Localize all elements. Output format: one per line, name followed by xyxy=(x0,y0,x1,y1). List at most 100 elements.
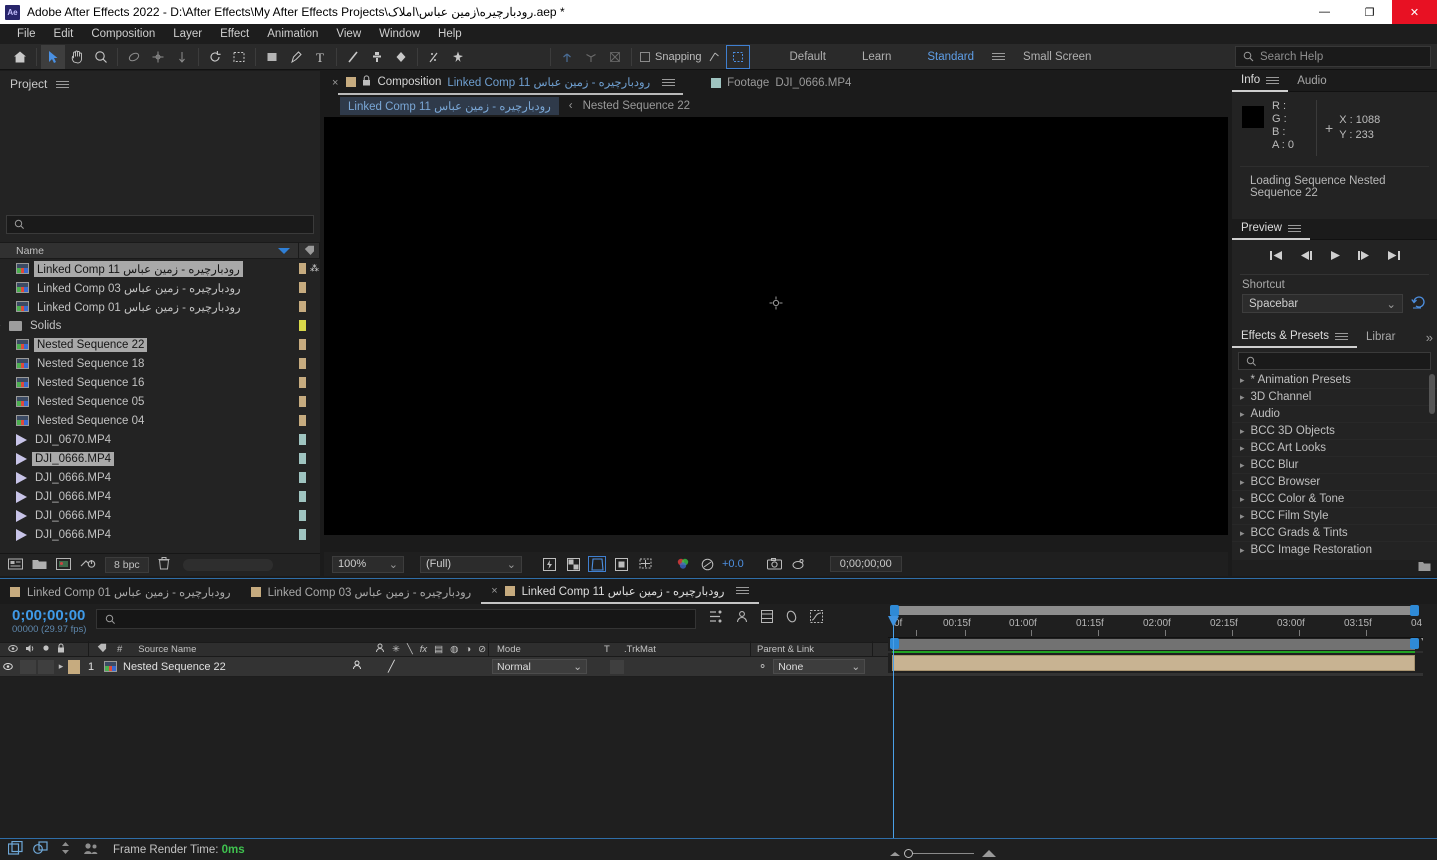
chevron-right-icon[interactable]: ▸ xyxy=(1240,460,1245,471)
project-item[interactable]: رودبارچیره - زمین عباس Linked Comp 01 xyxy=(0,297,320,316)
project-item[interactable]: رودبارچیره - زمین عباس Linked Comp 03 xyxy=(0,278,320,297)
layer-visibility-toggle[interactable] xyxy=(0,662,16,671)
breadcrumb-comp[interactable]: رودبارچیره - زمین عباس Linked Comp 11 xyxy=(340,97,559,115)
label-color-swatch[interactable] xyxy=(299,339,306,350)
label-color-swatch[interactable] xyxy=(299,529,306,540)
zoom-track[interactable] xyxy=(904,849,974,858)
motion-blur-icon[interactable] xyxy=(785,610,798,626)
layer-track-row[interactable]: ◄ xyxy=(888,653,1437,673)
shortcut-dropdown[interactable]: Spacebar ⌄ xyxy=(1242,294,1403,313)
breadcrumb-arrow-icon[interactable]: ‹ xyxy=(569,100,573,112)
work-area-end-handle[interactable] xyxy=(1410,605,1419,616)
new-folder-icon[interactable] xyxy=(32,558,47,573)
layer-expand-arrow-icon[interactable]: ▸ xyxy=(54,661,68,672)
timeline-current-time[interactable]: 0;00;00;00 xyxy=(0,604,86,624)
project-item[interactable]: Nested Sequence 04 xyxy=(0,411,320,430)
expand-collapse-icon[interactable] xyxy=(58,841,73,858)
tab-libraries[interactable]: Librar xyxy=(1357,327,1399,348)
menu-composition[interactable]: Composition xyxy=(82,24,164,44)
menu-window[interactable]: Window xyxy=(370,24,429,44)
project-item[interactable]: Nested Sequence 05 xyxy=(0,392,320,411)
project-item[interactable]: ▸ Solids xyxy=(0,316,320,335)
3d-scale-icon[interactable] xyxy=(603,45,627,69)
label-color-swatch[interactable] xyxy=(299,472,306,483)
project-item[interactable]: DJI_0666.MP4 xyxy=(0,506,320,525)
composition-timecode[interactable]: 0;00;00;00 xyxy=(829,556,902,572)
label-color-swatch[interactable] xyxy=(299,301,306,312)
channels-icon[interactable] xyxy=(674,556,692,572)
brush-tool-icon[interactable] xyxy=(341,45,365,69)
chevron-right-icon[interactable]: ▸ xyxy=(1240,545,1245,556)
new-folder-small-icon[interactable] xyxy=(1418,561,1431,575)
project-item[interactable]: DJI_0666.MP4 xyxy=(0,449,320,468)
workspace-menu-icon[interactable] xyxy=(992,53,1006,60)
project-item[interactable]: Nested Sequence 16 xyxy=(0,373,320,392)
composition-panel-menu-icon[interactable] xyxy=(662,78,676,86)
interpret-footage-icon[interactable] xyxy=(8,558,23,573)
layer-solo-toggle[interactable] xyxy=(38,659,54,674)
prev-frame-icon[interactable] xyxy=(1299,250,1313,264)
first-frame-icon[interactable] xyxy=(1269,250,1283,264)
menu-layer[interactable]: Layer xyxy=(164,24,211,44)
tab-info[interactable]: Info xyxy=(1232,71,1289,92)
label-color-swatch[interactable] xyxy=(299,377,306,388)
effects-search-input[interactable] xyxy=(1238,352,1431,370)
effects-category-row[interactable]: ▸ BCC Grads & Tints xyxy=(1232,525,1437,542)
project-item[interactable]: Nested Sequence 22 xyxy=(0,335,320,354)
rotation-tool-icon[interactable] xyxy=(203,45,227,69)
quality-toggle[interactable]: ╱ xyxy=(388,660,395,673)
grid-choose-icon[interactable] xyxy=(636,556,654,572)
timeline-tab[interactable]: × رودبارچیره - زمین عباس Linked Comp 11 xyxy=(481,579,760,604)
show-snapshot-icon[interactable] xyxy=(790,556,808,572)
3d-axis-icon[interactable] xyxy=(555,45,579,69)
layer-audio-toggle[interactable] xyxy=(20,659,36,674)
hide-shy-layers-icon[interactable] xyxy=(735,610,749,626)
effects-category-row[interactable]: ▸ Audio xyxy=(1232,406,1437,423)
duration-end-handle[interactable] xyxy=(1410,638,1419,649)
chevron-right-icon[interactable]: ▸ xyxy=(1240,375,1245,386)
menu-animation[interactable]: Animation xyxy=(258,24,327,44)
tab-preview[interactable]: Preview xyxy=(1232,219,1310,240)
layer-label-color[interactable] xyxy=(68,659,80,674)
effects-category-row[interactable]: ▸ * Animation Presets xyxy=(1232,372,1437,389)
layer-trkmat-cell[interactable] xyxy=(610,659,624,674)
menu-edit[interactable]: Edit xyxy=(45,24,83,44)
playhead[interactable] xyxy=(888,616,899,838)
tab-footage[interactable]: Footage DJI_0666.MP4 xyxy=(703,71,859,95)
resolution-dropdown[interactable]: (Full) ⌄ xyxy=(420,555,522,573)
graph-editor-icon[interactable] xyxy=(810,610,824,626)
effects-category-row[interactable]: ▸ BCC Browser xyxy=(1232,474,1437,491)
new-composition-icon[interactable] xyxy=(56,557,71,573)
timeline-tab[interactable]: رودبارچیره - زمین عباس Linked Comp 01 xyxy=(0,579,241,604)
region-of-interest-icon[interactable] xyxy=(227,45,251,69)
comp-family-icon[interactable] xyxy=(33,841,48,858)
effects-category-row[interactable]: ▸ BCC 3D Objects xyxy=(1232,423,1437,440)
effects-category-row[interactable]: ▸ BCC Art Looks xyxy=(1232,440,1437,457)
puppet-pin-tool-icon[interactable] xyxy=(446,45,470,69)
expand-arrow-icon[interactable]: ▸ xyxy=(0,320,4,331)
duration-start-handle[interactable] xyxy=(890,638,899,649)
home-icon[interactable] xyxy=(8,45,32,69)
label-color-swatch[interactable] xyxy=(299,396,306,407)
chevron-right-icon[interactable]: ▸ xyxy=(1240,511,1245,522)
reset-shortcut-icon[interactable] xyxy=(1411,295,1427,312)
play-icon[interactable] xyxy=(1329,250,1341,264)
menu-file[interactable]: File xyxy=(8,24,45,44)
effects-category-row[interactable]: ▸ 3D Channel xyxy=(1232,389,1437,406)
chevron-right-icon[interactable]: ▸ xyxy=(1240,426,1245,437)
shy-toggle[interactable] xyxy=(352,660,362,673)
workspace-learn[interactable]: Learn xyxy=(844,44,909,70)
column-name-label[interactable]: Name xyxy=(0,245,278,257)
chevron-right-icon[interactable]: ▸ xyxy=(1240,477,1245,488)
timeline-zoom-slider[interactable] xyxy=(890,849,996,858)
chevron-right-icon[interactable]: ▸ xyxy=(1240,392,1245,403)
menu-effect[interactable]: Effect xyxy=(211,24,258,44)
menu-help[interactable]: Help xyxy=(429,24,471,44)
close-tab-icon[interactable]: × xyxy=(491,585,497,597)
menu-view[interactable]: View xyxy=(327,24,370,44)
region-of-interest-button[interactable] xyxy=(588,556,606,572)
chevron-right-icon[interactable]: ▸ xyxy=(1240,528,1245,539)
breadcrumb-nested[interactable]: Nested Sequence 22 xyxy=(583,100,690,112)
label-color-swatch[interactable] xyxy=(299,453,306,464)
work-area-start-handle[interactable] xyxy=(890,605,899,616)
